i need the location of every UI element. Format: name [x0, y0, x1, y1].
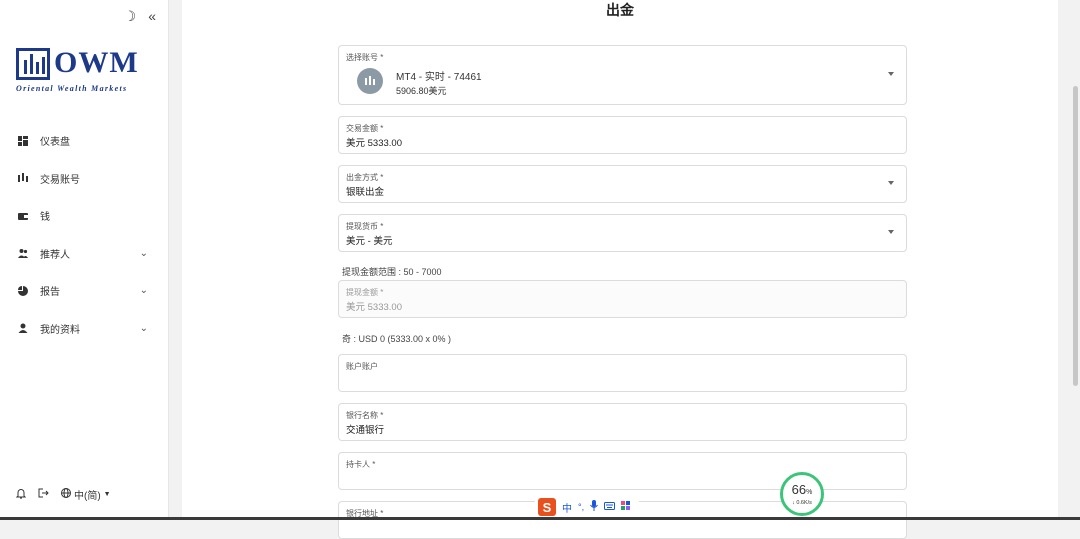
sidebar-item-profile[interactable]: 我的资料 ⌄ [0, 310, 168, 348]
amount-label: 交易金额 * [346, 124, 384, 133]
sidebar-bottom-bar: 中(简) ▼ [15, 487, 111, 502]
amount-value: 美元 5333.00 [346, 138, 402, 149]
microphone-icon[interactable] [590, 500, 599, 514]
account-select[interactable]: 选择账号 * MT4 - 实时 - 74461 5906.80美元 [338, 45, 907, 105]
sidebar-item-label: 交易账号 [40, 174, 80, 186]
withdraw-amount-value: 美元 5333.00 [346, 302, 402, 313]
language-label: 中(简) [74, 491, 101, 502]
caret-down-icon: ▼ [103, 491, 111, 498]
language-selector[interactable]: 中(简) ▼ [61, 487, 111, 502]
logo-text: OWM [54, 46, 139, 79]
logo-subtitle: Oriental Wealth Markets [16, 84, 128, 93]
pie-chart-icon [18, 285, 28, 296]
sidebar-item-label: 报告 [40, 287, 60, 299]
sidebar-item-label: 仪表盘 [40, 137, 70, 149]
currency-select[interactable]: 提现货币 * 美元 - 美元 [338, 214, 907, 252]
range-text: 提现金额范围 : 50 - 7000 [342, 267, 442, 277]
currency-value: 美元 - 美元 [346, 236, 393, 247]
dropdown-caret-icon [888, 72, 894, 76]
sidebar-item-trading-accounts[interactable]: 交易账号 [0, 160, 168, 198]
sidebar-item-label: 推荐人 [40, 249, 70, 261]
dropdown-caret-icon [888, 230, 894, 234]
method-select[interactable]: 出金方式 * 银联出金 [338, 165, 907, 203]
candlestick-icon [18, 173, 28, 183]
chevron-down-icon: ⌄ [139, 285, 148, 296]
logout-icon[interactable] [38, 488, 49, 501]
scrollbar-thumb[interactable] [1073, 86, 1078, 386]
bank-name-field[interactable]: 银行名称 * 交通银行 [338, 403, 907, 441]
collapse-icon[interactable]: « [148, 8, 156, 25]
keyboard-icon[interactable] [604, 501, 616, 513]
withdraw-amount-label: 提现金额 * [346, 288, 384, 297]
sidebar: ☽ « OWM Oriental Wealth Markets 仪表盘 交易账号 [0, 0, 169, 520]
bank-name-label: 银行名称 * [346, 411, 384, 420]
users-icon [18, 248, 28, 259]
chevron-down-icon: ⌄ [139, 322, 148, 334]
logo-mark-icon [16, 48, 50, 80]
page-title: 出金 [606, 2, 634, 18]
bank-name-value: 交通银行 [346, 425, 385, 436]
account-number-field[interactable]: 账户账户 [338, 354, 907, 392]
account-select-label: 选择账号 * [346, 53, 384, 62]
dropdown-caret-icon [888, 181, 894, 185]
punctuation-icon[interactable]: °, [578, 502, 584, 512]
sidebar-top-controls: ☽ « [124, 8, 156, 25]
sidebar-nav: 仪表盘 交易账号 钱 推荐人 ⌄ 报告 ⌄ 我的资料 ⌄ [0, 122, 168, 347]
globe-icon [61, 488, 71, 501]
moon-icon[interactable]: ☽ [124, 8, 137, 25]
ime-language[interactable]: 中 [562, 500, 572, 515]
amount-field[interactable]: 交易金额 * 美元 5333.00 [338, 116, 907, 154]
dashboard-icon [18, 135, 28, 146]
wallet-icon [18, 211, 28, 221]
method-value: 银联出金 [346, 187, 385, 198]
sidebar-item-wallet[interactable]: 钱 [0, 197, 168, 235]
chevron-down-icon: ⌄ [139, 247, 148, 259]
user-icon [18, 323, 28, 334]
logo: OWM Oriental Wealth Markets [16, 46, 156, 96]
sidebar-item-reports[interactable]: 报告 ⌄ [0, 272, 168, 310]
sidebar-item-referrals[interactable]: 推荐人 ⌄ [0, 235, 168, 273]
fee-text: 奇 : USD 0 (5333.00 x 0% ) [342, 334, 452, 344]
bell-icon[interactable] [15, 488, 27, 502]
apps-grid-icon[interactable] [621, 501, 631, 513]
speed-rate: ↓ 0.6K/s [792, 500, 812, 506]
withdraw-amount-field: 提现金额 * 美元 5333.00 [338, 280, 907, 318]
candlestick-icon [357, 68, 383, 94]
holder-label: 持卡人 * [346, 460, 376, 469]
account-balance: 5906.80美元 [396, 86, 447, 96]
account-number-label: 账户账户 [346, 362, 378, 371]
scrollbar[interactable] [1070, 0, 1080, 520]
ime-logo-icon[interactable]: S [538, 498, 556, 516]
sidebar-item-dashboard[interactable]: 仪表盘 [0, 122, 168, 160]
account-name: MT4 - 实时 - 74461 [396, 72, 482, 83]
sidebar-item-label: 我的资料 [40, 324, 80, 336]
sidebar-item-label: 钱 [40, 212, 50, 224]
ime-toolbar[interactable]: S 中 °, [535, 497, 639, 517]
speed-percent: 66% [791, 482, 813, 497]
currency-label: 提现货币 * [346, 222, 384, 231]
main-panel: 出金 选择账号 * MT4 - 实时 - 74461 5906.80美元 交易金… [182, 0, 1058, 539]
network-speed-widget[interactable]: 66% ↓ 0.6K/s [780, 472, 824, 516]
method-label: 出金方式 * [346, 173, 384, 182]
